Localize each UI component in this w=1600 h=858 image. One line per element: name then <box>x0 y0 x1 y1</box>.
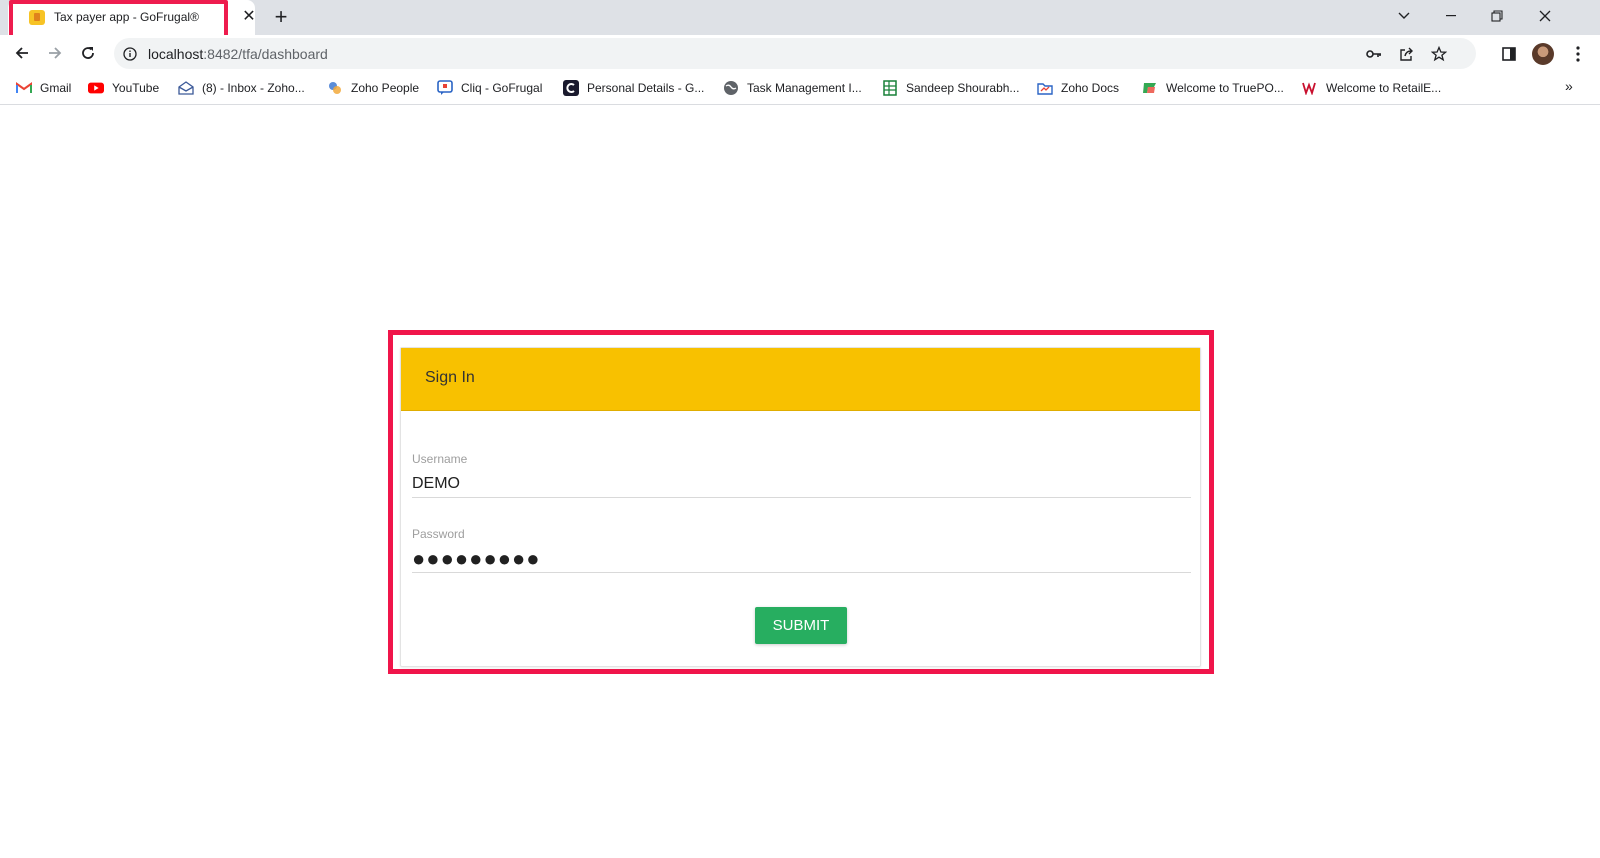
browser-toolbar: localhost:8482/tfa/dashboard <box>0 35 1600 72</box>
bookmark-truepos[interactable]: Welcome to TruePO... <box>1142 79 1284 97</box>
bookmark-task-management[interactable]: Task Management I... <box>723 79 862 97</box>
gmail-icon <box>16 80 32 96</box>
youtube-icon <box>88 80 104 96</box>
restore-icon[interactable] <box>1474 0 1520 32</box>
bookmark-retaile[interactable]: Welcome to RetailE... <box>1302 79 1441 97</box>
url-text[interactable]: localhost:8482/tfa/dashboard <box>148 46 328 62</box>
back-arrow-icon[interactable] <box>8 39 36 67</box>
mail-icon <box>178 80 194 96</box>
url-path: :8482/tfa/dashboard <box>203 46 328 62</box>
bookmark-zoho-inbox[interactable]: (8) - Inbox - Zoho... <box>178 79 305 97</box>
active-tab[interactable]: Tax payer app - GoFrugal® ✕ <box>8 0 258 35</box>
forward-arrow-icon[interactable] <box>41 39 69 67</box>
tab-strip: Tax payer app - GoFrugal® ✕ + <box>0 0 1600 39</box>
bookmark-gmail[interactable]: Gmail <box>16 79 71 97</box>
profile-avatar[interactable] <box>1532 43 1554 65</box>
bookmark-youtube[interactable]: YouTube <box>88 79 159 97</box>
plus-icon[interactable]: + <box>270 6 292 28</box>
bookmark-label: Gmail <box>40 81 72 95</box>
zoho-docs-icon <box>1037 80 1053 96</box>
key-icon[interactable] <box>1364 44 1384 64</box>
zoho-people-icon <box>327 80 343 96</box>
signin-title: Sign In <box>425 369 475 386</box>
bookmarks-bar: Gmail YouTube (8) - Inbox - Zoho... Zoho… <box>0 72 1600 105</box>
retaile-icon <box>1302 80 1318 96</box>
signin-card: Sign In Username Password SUBMIT <box>400 347 1201 667</box>
more-bookmarks-chevron-icon[interactable]: » <box>1565 78 1573 94</box>
bookmark-label: YouTube <box>112 81 160 95</box>
password-label: Password <box>412 527 465 541</box>
cliq-icon <box>437 80 453 96</box>
bookmark-sandeep[interactable]: Sandeep Shourabh... <box>882 79 1019 97</box>
sheet-icon <box>882 80 898 96</box>
bookmark-label: Personal Details - G... <box>587 81 705 95</box>
minimize-icon[interactable] <box>1428 0 1474 32</box>
globe-icon <box>723 80 739 96</box>
bookmark-label: Zoho People <box>351 81 420 95</box>
tab-title: Tax payer app - GoFrugal® <box>54 10 199 24</box>
address-bar[interactable]: localhost:8482/tfa/dashboard <box>114 38 1476 69</box>
username-label: Username <box>412 452 468 466</box>
close-icon[interactable] <box>1522 0 1568 32</box>
kebab-menu-icon[interactable] <box>1566 42 1590 66</box>
star-icon[interactable] <box>1429 44 1449 64</box>
password-input[interactable] <box>412 545 1191 573</box>
bookmark-label: Task Management I... <box>747 81 862 95</box>
gofrugal-favicon-icon <box>29 10 45 25</box>
share-icon[interactable] <box>1397 44 1417 64</box>
tab-close-icon[interactable]: ✕ <box>240 8 258 26</box>
bookmark-cliq[interactable]: Cliq - GoFrugal <box>437 79 542 97</box>
bookmark-zoho-people[interactable]: Zoho People <box>327 79 419 97</box>
username-input[interactable] <box>412 470 1191 498</box>
info-icon[interactable] <box>120 44 140 64</box>
side-panel-icon[interactable] <box>1497 42 1521 66</box>
signin-header: Sign In <box>401 348 1200 411</box>
bookmark-label: Sandeep Shourabh... <box>906 81 1020 95</box>
bookmark-label: Cliq - GoFrugal <box>461 81 543 95</box>
submit-button[interactable]: SUBMIT <box>755 607 847 644</box>
personal-details-icon <box>563 80 579 96</box>
url-host: localhost <box>148 46 204 62</box>
reload-icon[interactable] <box>74 39 102 67</box>
truepos-icon <box>1142 80 1158 96</box>
bookmark-label: Welcome to TruePO... <box>1166 81 1284 95</box>
bookmark-label: (8) - Inbox - Zoho... <box>202 81 305 95</box>
bookmark-label: Welcome to RetailE... <box>1326 81 1442 95</box>
bookmark-zoho-docs[interactable]: Zoho Docs <box>1037 79 1119 97</box>
tab-search-icon[interactable] <box>1381 0 1427 32</box>
bookmark-label: Zoho Docs <box>1061 81 1120 95</box>
bookmark-personal-details[interactable]: Personal Details - G... <box>563 79 704 97</box>
